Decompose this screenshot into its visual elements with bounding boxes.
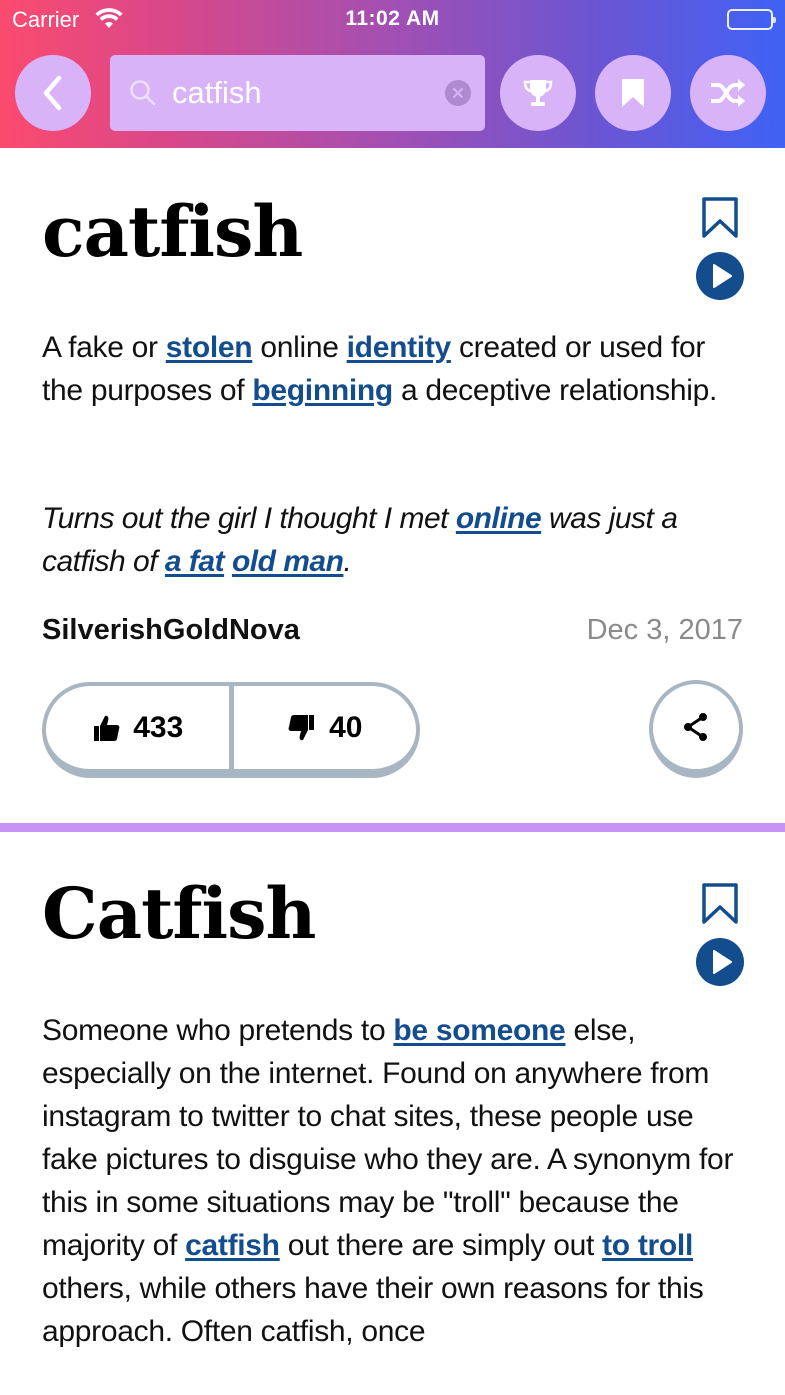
downvote-button[interactable]: 40 — [234, 686, 417, 769]
author-link[interactable]: SilverishGoldNova — [42, 614, 300, 647]
vote-group: 433 40 — [42, 682, 420, 778]
clear-search-button[interactable] — [445, 80, 471, 106]
definition-word: catfish — [42, 190, 303, 273]
back-button[interactable] — [15, 55, 91, 131]
definition-word: Catfish — [42, 872, 316, 955]
meaning-text: A fake or — [42, 331, 166, 364]
definition-meaning: A fake or stolen online identity created… — [42, 326, 742, 412]
share-icon — [684, 712, 707, 741]
term-link[interactable]: a fat — [165, 545, 225, 578]
term-link[interactable]: old man — [232, 545, 344, 578]
clock: 11:02 AM — [345, 7, 440, 30]
clear-icon — [453, 88, 463, 98]
term-link[interactable]: catfish — [185, 1229, 280, 1262]
downvote-count: 40 — [329, 710, 363, 744]
definition-example: Turns out the girl I thought I met onlin… — [42, 497, 742, 583]
meaning-text: Someone who pretends to — [42, 1014, 394, 1047]
random-button[interactable] — [690, 55, 766, 131]
definition-card: Catfish Someone who pretends to be someo… — [0, 832, 785, 1395]
search-icon — [130, 80, 156, 106]
meaning-text: others, while others have their own reas… — [42, 1272, 704, 1348]
shuffle-icon — [711, 79, 745, 107]
play-audio-icon[interactable] — [696, 938, 744, 986]
chevron-left-icon — [43, 75, 62, 111]
term-link[interactable]: to troll — [602, 1229, 693, 1262]
upvote-count: 433 — [133, 710, 184, 744]
example-text — [224, 545, 232, 578]
save-bookmark-icon[interactable] — [700, 196, 740, 240]
definition-card: catfish A fake or stolen online identity… — [0, 148, 785, 823]
search-bar[interactable] — [110, 55, 485, 131]
term-link[interactable]: be someone — [393, 1014, 565, 1047]
upvote-button[interactable]: 433 — [46, 686, 234, 769]
save-bookmark-icon[interactable] — [700, 882, 740, 926]
meaning-text: else, especially on the internet. Found … — [42, 1014, 734, 1262]
bookmarks-button[interactable] — [595, 55, 671, 131]
search-input[interactable] — [172, 75, 432, 111]
top-bar: Carrier 11:02 AM — [0, 0, 785, 148]
term-link[interactable]: identity — [347, 331, 452, 364]
thumbs-up-icon — [94, 715, 120, 741]
play-audio-icon[interactable] — [696, 252, 744, 300]
example-text: Turns out the girl I thought I met — [42, 502, 456, 535]
meaning-text: out there are simply out — [279, 1229, 603, 1262]
example-text: . — [343, 545, 352, 578]
bookmark-icon — [622, 79, 644, 107]
meaning-text: online — [252, 331, 347, 364]
term-link[interactable]: beginning — [252, 374, 393, 407]
share-button[interactable] — [649, 680, 743, 778]
trophy-icon — [523, 80, 553, 106]
battery-icon — [727, 9, 776, 30]
definition-meaning: Someone who pretends to be someone else,… — [42, 1009, 742, 1353]
term-link[interactable]: online — [456, 502, 542, 535]
card-divider — [0, 823, 785, 832]
term-link[interactable]: stolen — [166, 331, 253, 364]
thumbs-down-icon — [288, 714, 315, 740]
post-date: Dec 3, 2017 — [586, 614, 743, 646]
trophy-button[interactable] — [500, 55, 576, 131]
meaning-text: a deceptive relationship. — [392, 374, 718, 407]
status-bar: Carrier 11:02 AM — [0, 0, 785, 40]
